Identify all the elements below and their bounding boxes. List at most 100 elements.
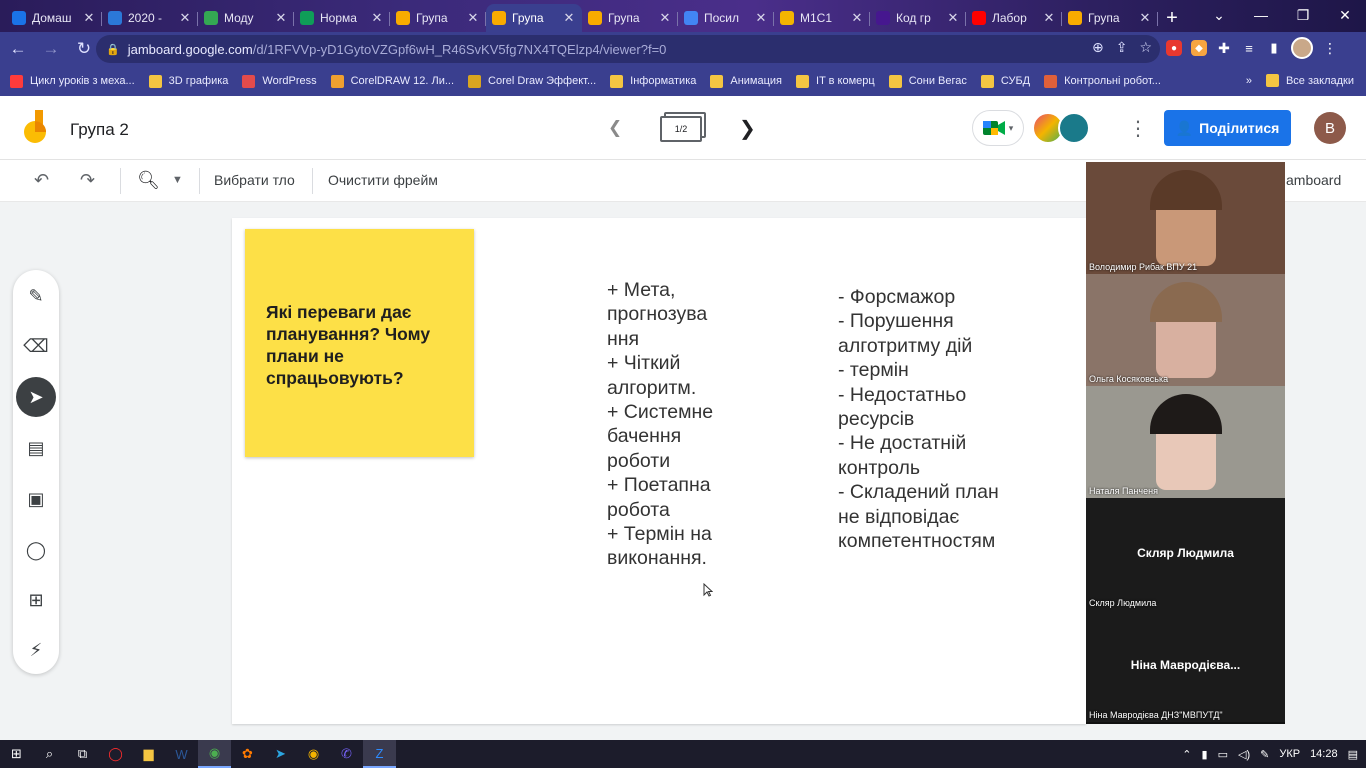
jam-title[interactable]: Група 2 [70,120,129,140]
clear-frame-button[interactable]: Очистити фрейм [328,172,438,188]
more-bookmarks-icon[interactable]: » [1246,75,1252,87]
bookmark-item[interactable]: Інформатика [610,74,696,88]
close-window-icon[interactable]: ✕ [1324,0,1366,30]
browser-tab[interactable]: Норма ✕ [294,4,390,32]
image-tool-icon[interactable]: ▣ [16,479,56,519]
more-options-icon[interactable]: ⋮ [1128,116,1148,141]
extension-orange-icon[interactable]: ◆ [1191,40,1207,56]
restore-icon[interactable]: ❐ [1282,0,1324,30]
close-tab-icon[interactable]: ✕ [850,10,864,26]
bookmark-item[interactable]: IT в комерц [796,74,875,88]
viber-icon[interactable]: ✆ [330,740,363,768]
reload-icon[interactable]: ↻ [69,34,99,64]
pen-tool-icon[interactable]: ✎ [16,276,56,316]
volume-icon[interactable]: ◁) [1238,748,1250,761]
opera-icon[interactable]: ◯ [99,740,132,768]
minimize-icon[interactable]: — [1240,0,1282,30]
circle-tool-icon[interactable]: ◯ [16,530,56,570]
media-icon[interactable]: ≡ [1241,40,1257,56]
redo-icon[interactable]: ↷ [80,170,95,191]
browser-tab[interactable]: Група ✕ [582,4,678,32]
browser-tab[interactable]: 2020 - ✕ [102,4,198,32]
bookmark-star-icon[interactable]: ☆ [1139,39,1152,56]
laser-tool-icon[interactable]: ⚡ [16,630,56,670]
browser-tab[interactable]: М1С1 ✕ [774,4,870,32]
sticky-note[interactable]: Які переваги дає планування? Чому плани … [245,229,474,457]
close-tab-icon[interactable]: ✕ [754,10,768,26]
network-icon[interactable]: ▭ [1218,748,1228,761]
close-tab-icon[interactable]: ✕ [946,10,960,26]
browser-tab[interactable]: Лабор ✕ [966,4,1062,32]
participant-tile[interactable]: Ніна Мавродієва... Ніна Мавродієва ДНЗ"МВ… [1086,610,1285,722]
new-tab-icon[interactable]: + [1158,4,1186,32]
close-tab-icon[interactable]: ✕ [1138,10,1152,26]
bookmark-item[interactable]: СУБД [980,74,1030,88]
close-tab-icon[interactable]: ✕ [466,10,480,26]
puzzle-icon[interactable]: ✚ [1216,40,1232,56]
bookmark-item[interactable]: 3D графика [148,74,228,88]
undo-icon[interactable]: ↶ [34,170,49,191]
notifications-icon[interactable]: ▤ [1348,748,1358,761]
user-avatar[interactable]: В [1314,112,1346,144]
close-tab-icon[interactable]: ✕ [658,10,672,26]
address-bar[interactable]: 🔒 jamboard.google.com/d/1RFVVp-yD1GytoVZ… [96,35,1160,63]
close-tab-icon[interactable]: ✕ [370,10,384,26]
close-tab-icon[interactable]: ✕ [82,10,96,26]
mic-icon[interactable]: ▮ [1202,748,1208,761]
bookmark-item[interactable]: Сони Вегас [888,74,967,88]
bookmark-item[interactable]: CorelDRAW 12. Ли... [330,74,454,88]
share-button[interactable]: 👤 Поділитися [1164,110,1291,146]
participant-tile[interactable]: Володимир Рибак ВПУ 21 [1086,162,1285,274]
bookmark-item[interactable]: Corel Draw Эффект... [468,74,596,88]
windows-start-icon[interactable]: ⊞ [0,740,33,768]
browser-tab[interactable]: Домаш ✕ [6,4,102,32]
task-view-icon[interactable]: ⧉ [66,740,99,768]
bookmark-item[interactable]: Цикл уроків з меха... [10,74,135,88]
word-icon[interactable]: W [165,740,198,768]
close-tab-icon[interactable]: ✕ [1042,10,1056,26]
menu-dots-icon[interactable]: ⋮ [1322,40,1338,56]
cons-text-box[interactable]: - Форсмажор - Порушення алготритму дій - те… [838,285,999,553]
bookmark-item[interactable]: Контрольні робот... [1044,74,1161,88]
chrome-alt-icon[interactable]: ◉ [297,740,330,768]
sidepanel-icon[interactable]: ▮ [1266,40,1282,56]
tray-up-icon[interactable]: ⌃ [1182,748,1191,761]
previous-frame-icon[interactable]: ❮ [608,118,622,138]
select-tool-icon[interactable]: ➤ [16,377,56,417]
pen-tray-icon[interactable]: ✎ [1260,748,1269,761]
all-bookmarks[interactable]: » Все закладки [1246,74,1354,87]
tab-search-icon[interactable]: ⌄ [1198,0,1240,30]
close-tab-icon[interactable]: ✕ [562,10,576,26]
zoom-icon[interactable]: ⊕ [1092,39,1104,56]
forward-icon[interactable]: → [36,34,66,64]
keyboard-language[interactable]: УКР [1279,748,1300,760]
close-tab-icon[interactable]: ✕ [274,10,288,26]
browser-tab[interactable]: Група ✕ [390,4,486,32]
text-box-tool-icon[interactable]: ⊞ [16,580,56,620]
participant-tile[interactable]: Скляр Людмила Скляр Людмила [1086,498,1285,610]
app-icon[interactable]: ✿ [231,740,264,768]
bookmark-item[interactable]: WordPress [242,74,317,88]
sticky-note-tool-icon[interactable]: ▤ [16,428,56,468]
frame-bar-button[interactable]: 1/2 [660,112,706,142]
search-icon[interactable]: ⌕ [33,740,66,768]
profile-avatar[interactable] [1291,37,1313,59]
browser-tab[interactable]: Код гр ✕ [870,4,966,32]
bookmark-item[interactable]: Анимация [710,74,782,88]
browser-tab[interactable]: Група ✕ [1062,4,1158,32]
pros-text-box[interactable]: + Мета, прогнозува ння + Чіткий алгоритм. + С… [607,278,713,571]
choose-background-button[interactable]: Вибрати тло [214,172,295,188]
chrome-icon[interactable]: ◉ [198,740,231,768]
browser-tab[interactable]: Моду ✕ [198,4,294,32]
collaborator-avatar[interactable] [1058,112,1090,144]
file-explorer-icon[interactable]: ▆ [132,740,165,768]
zoom-app-icon[interactable]: Z [363,740,396,768]
back-icon[interactable]: ← [3,34,33,64]
meet-button[interactable]: ▾ [972,110,1024,146]
zoom-icon[interactable]: 🔍︎ [137,170,160,191]
next-frame-icon[interactable]: ❯ [739,116,756,141]
extension-red-icon[interactable]: ● [1166,40,1182,56]
share-page-icon[interactable]: ⇪ [1116,39,1128,56]
zoom-dropdown-icon[interactable]: ▼ [172,174,183,186]
participant-tile[interactable]: Ольга Косяковська [1086,274,1285,386]
